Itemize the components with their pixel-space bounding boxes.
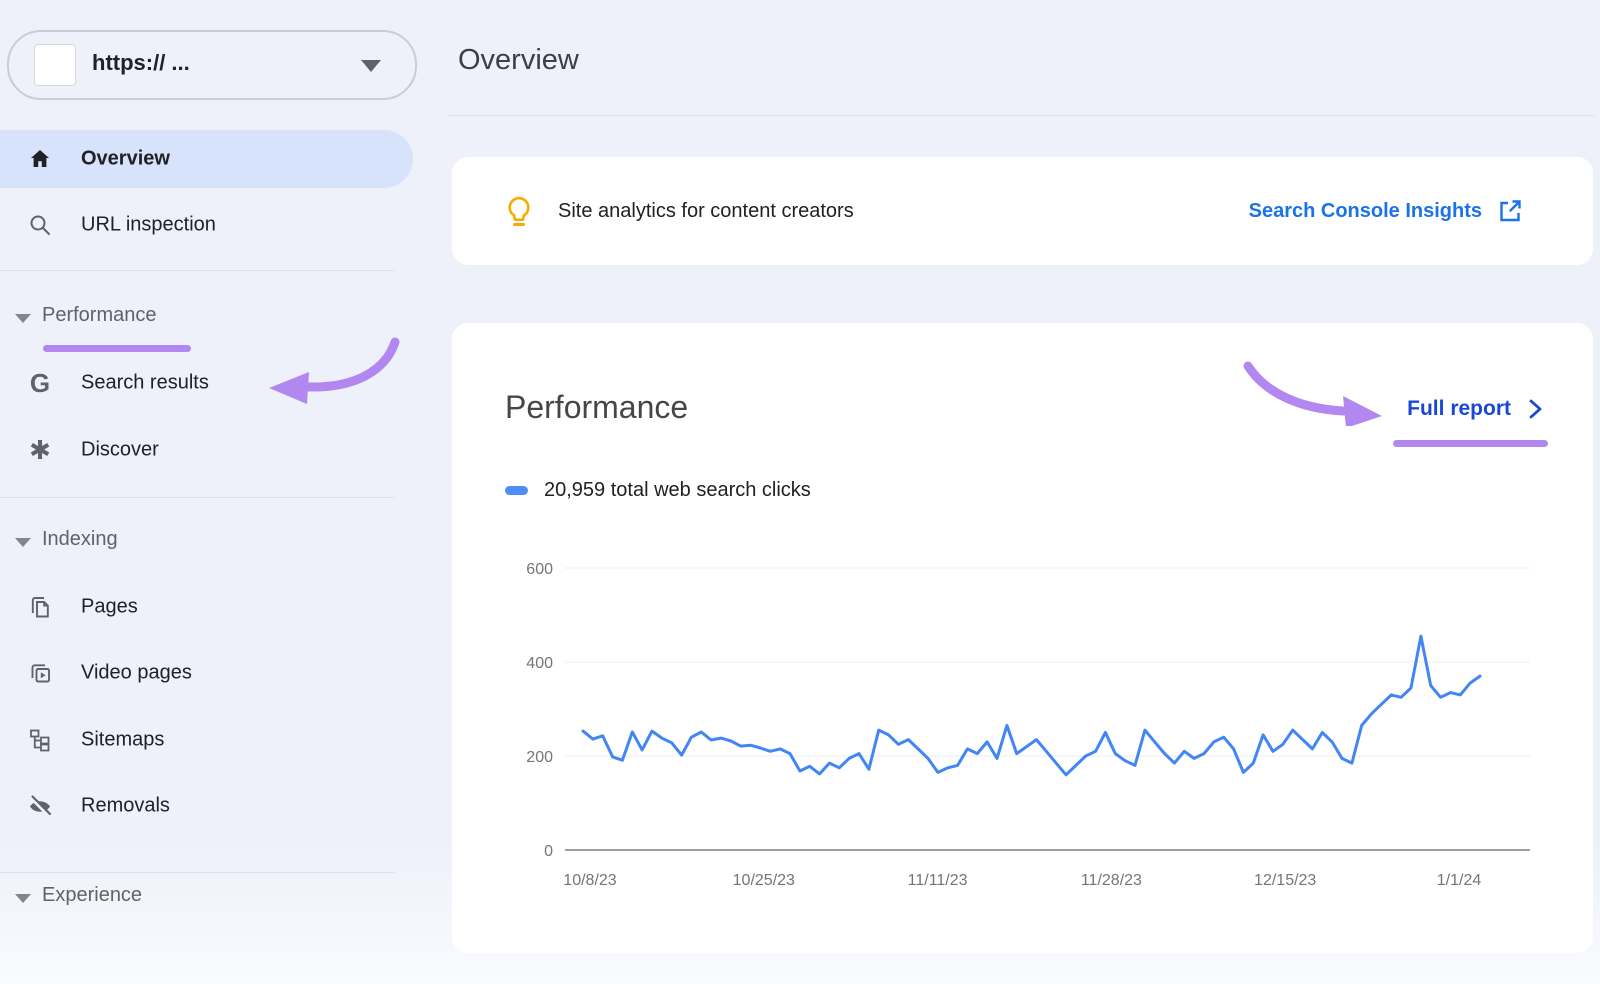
sidebar-item-label: Pages (81, 596, 138, 619)
sidebar-section-experience[interactable]: Experience (0, 880, 413, 916)
property-url: https:// ... (92, 50, 190, 76)
performance-card: Performance Full report 20,959 total web… (452, 323, 1593, 953)
svg-text:0: 0 (544, 843, 553, 860)
chevron-down-icon (15, 538, 31, 547)
google-g-icon: G (27, 370, 53, 396)
svg-text:400: 400 (526, 655, 553, 672)
svg-text:11/11/23: 11/11/23 (908, 872, 968, 889)
sidebar-item-discover[interactable]: ✱ Discover (0, 421, 413, 479)
page-title: Overview (458, 44, 579, 77)
svg-text:10/25/23: 10/25/23 (733, 872, 795, 889)
search-console-insights-link[interactable]: Search Console Insights (1249, 157, 1523, 265)
annotation-underline-performance (43, 345, 191, 352)
sidebar-section-label: Performance (42, 304, 157, 327)
insights-card: Site analytics for content creators Sear… (452, 157, 1593, 265)
property-favicon (34, 44, 76, 86)
annotation-arrow-to-full-report (1222, 356, 1392, 426)
chevron-down-icon (15, 894, 31, 903)
sidebar-item-label: Removals (81, 795, 170, 818)
sidebar-item-label: Search results (81, 372, 209, 395)
search-console-app: https:// ... Overview URL inspection (0, 0, 1600, 984)
external-link-icon (1497, 198, 1523, 224)
chevron-down-icon (15, 314, 31, 323)
link-label: Search Console Insights (1249, 200, 1482, 223)
home-icon (27, 146, 53, 172)
svg-text:1/1/24: 1/1/24 (1437, 872, 1482, 889)
asterisk-icon: ✱ (27, 437, 53, 463)
sidebar-item-overview[interactable]: Overview (0, 130, 413, 188)
sidebar-item-label: Overview (81, 148, 170, 171)
sidebar-item-label: URL inspection (81, 214, 216, 237)
sidebar-divider (0, 497, 395, 498)
chevron-down-icon (361, 60, 381, 72)
eye-off-icon (27, 793, 53, 819)
property-selector[interactable]: https:// ... (7, 30, 417, 100)
sidebar-item-video-pages[interactable]: Video pages (0, 644, 413, 702)
lightbulb-icon (502, 193, 536, 234)
video-pages-icon (27, 660, 53, 686)
search-icon (27, 212, 53, 238)
svg-text:10/8/23: 10/8/23 (563, 872, 616, 889)
svg-text:600: 600 (526, 561, 553, 578)
header-divider (448, 115, 1595, 116)
sidebar-item-label: Video pages (81, 662, 192, 685)
sidebar-item-sitemaps[interactable]: Sitemaps (0, 711, 413, 769)
pages-icon (27, 594, 53, 620)
sidebar-section-label: Experience (42, 884, 142, 907)
sidebar-divider (0, 270, 395, 271)
sidebar-item-label: Discover (81, 439, 159, 462)
sidebar-divider (0, 872, 395, 873)
insights-message: Site analytics for content creators (558, 157, 854, 265)
svg-text:12/15/23: 12/15/23 (1254, 872, 1316, 889)
sidebar-section-label: Indexing (42, 528, 118, 551)
svg-text:11/28/23: 11/28/23 (1081, 872, 1142, 889)
sidebar-item-removals[interactable]: Removals (0, 777, 413, 835)
sidebar-item-pages[interactable]: Pages (0, 578, 413, 636)
sitemaps-icon (27, 727, 53, 753)
annotation-arrow-to-search-results (255, 330, 410, 410)
clicks-line-chart: 0 200 400 600 10/8/23 10/25/23 11/11/23 11/28/2… (452, 323, 1593, 953)
sidebar-item-url-inspection[interactable]: URL inspection (0, 196, 413, 254)
annotation-underline-full-report (1393, 440, 1548, 447)
sidebar-section-indexing[interactable]: Indexing (0, 524, 413, 560)
svg-text:200: 200 (526, 749, 553, 766)
sidebar-item-label: Sitemaps (81, 729, 164, 752)
